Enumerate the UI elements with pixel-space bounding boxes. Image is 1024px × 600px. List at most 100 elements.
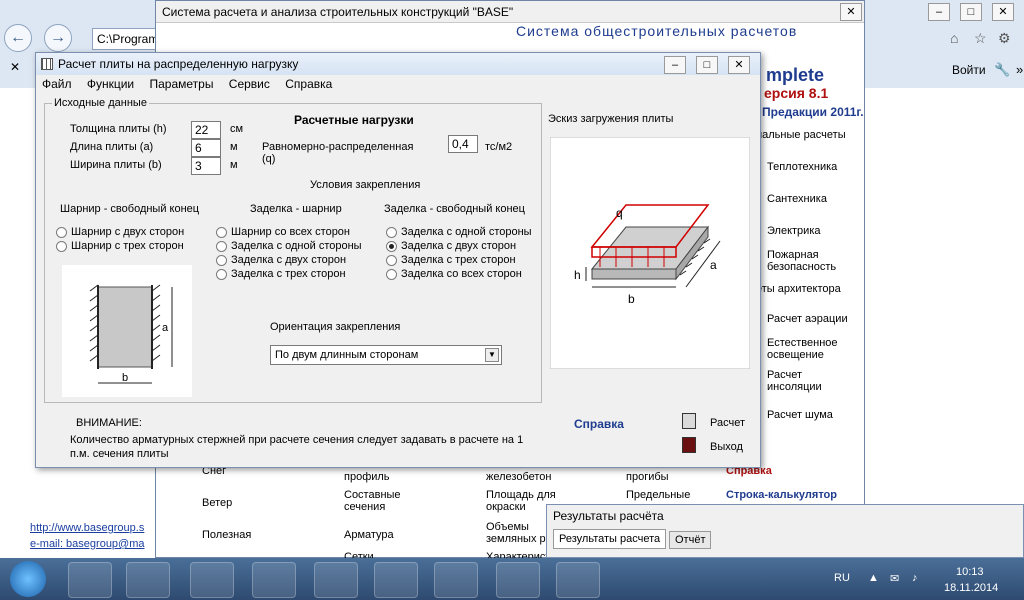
- outer-minimize-button[interactable]: –: [928, 3, 950, 21]
- radio-hinge-two[interactable]: Шарнир с двух сторон: [56, 225, 184, 239]
- width-input[interactable]: 3: [191, 157, 221, 175]
- plate-app-icon[interactable]: [496, 562, 540, 598]
- menu-functions[interactable]: Функции: [87, 77, 134, 91]
- winrar-icon[interactable]: [252, 562, 296, 598]
- load-sketch: b a h q: [550, 137, 750, 369]
- sidebar-item-noise[interactable]: Расчет шума: [767, 409, 833, 421]
- address-bar[interactable]: C:\Program: [92, 28, 160, 50]
- dropdown-arrow-icon[interactable]: ▼: [485, 348, 499, 362]
- website-link[interactable]: http://www.basegroup.s: [30, 522, 144, 534]
- ie-icon[interactable]: [556, 562, 600, 598]
- menu-item-deflection[interactable]: прогибы: [626, 471, 669, 483]
- menu-item-calculator[interactable]: Строка-калькулятор: [726, 489, 837, 501]
- calc-button[interactable]: Расчет: [710, 417, 745, 429]
- length-input[interactable]: 6: [191, 139, 221, 157]
- forward-arrow-icon[interactable]: →: [44, 24, 72, 52]
- sidebar-item-plumbing[interactable]: Сантехника: [767, 193, 827, 205]
- load-input[interactable]: 0,4: [448, 135, 478, 153]
- sidebar-item-insolation[interactable]: Расчет инсоляции: [767, 369, 857, 393]
- radio-fix-two-free[interactable]: Заделка с двух сторон: [386, 239, 516, 253]
- menu-item-rebar[interactable]: Арматура: [344, 529, 394, 541]
- sidebar-item-aeration[interactable]: Расчет аэрации: [767, 313, 848, 325]
- dim-b-plan: b: [122, 372, 128, 384]
- dialog-minimize-button[interactable]: –: [664, 56, 686, 74]
- start-button[interactable]: [10, 561, 46, 597]
- menu-item-composite[interactable]: Составные сечения: [344, 489, 424, 513]
- outer-maximize-button[interactable]: □: [960, 3, 982, 21]
- volume-icon[interactable]: ♪: [912, 572, 918, 584]
- login-link[interactable]: Войти: [952, 63, 986, 77]
- exit-button[interactable]: Выход: [710, 441, 743, 453]
- wrench-icon[interactable]: 🔧: [994, 62, 1010, 78]
- radio-fix-all-free[interactable]: Заделка со всех сторон: [386, 267, 522, 281]
- radio-fix-three-free[interactable]: Заделка с трех сторон: [386, 253, 516, 267]
- radio-fix-two-hinge[interactable]: Заделка с двух сторон: [216, 253, 346, 267]
- radio-hinge-all[interactable]: Шарнир со всех сторон: [216, 225, 350, 239]
- close-tab-icon[interactable]: ✕: [10, 60, 20, 74]
- col1-title: Шарнир - свободный конец: [60, 203, 200, 215]
- orientation-select[interactable]: По двум длинным сторонам ▼: [270, 345, 502, 365]
- base-close-button[interactable]: ✕: [840, 3, 862, 21]
- dim-a-plan: a: [162, 322, 169, 334]
- menu-item-concrete[interactable]: железобетон: [486, 471, 551, 483]
- menu-item-limits[interactable]: Предельные: [626, 489, 690, 501]
- explorer-icon[interactable]: [68, 562, 112, 598]
- menu-item-useful[interactable]: Полезная: [202, 529, 251, 541]
- menu-item-wind[interactable]: Ветер: [202, 497, 232, 509]
- sidebar-item-electric[interactable]: Электрика: [767, 225, 821, 237]
- radio-hinge-three[interactable]: Шарнир с трех сторон: [56, 239, 184, 253]
- warning-text: Количество арматурных стержней при расче…: [70, 434, 524, 460]
- tab-report[interactable]: Отчёт: [669, 531, 712, 549]
- base-version: ерсия 8.1: [764, 85, 829, 101]
- home-icon[interactable]: ⌂: [950, 30, 958, 46]
- base-brand: mplete: [766, 65, 825, 85]
- radio-fix-one-free[interactable]: Заделка с одной стороны: [386, 225, 532, 239]
- dialog-maximize-button[interactable]: □: [696, 56, 718, 74]
- sidebar-item-fire[interactable]: Пожарная безопасность: [767, 249, 857, 273]
- width-label: Ширина плиты (b): [70, 159, 162, 171]
- menu-parameters[interactable]: Параметры: [149, 77, 213, 91]
- language-indicator[interactable]: RU: [834, 572, 850, 584]
- menu-item-profile[interactable]: профиль: [344, 471, 390, 483]
- email-link[interactable]: e-mail: basegroup@ma: [30, 538, 145, 550]
- menu-arrow-icon[interactable]: »: [1016, 62, 1023, 77]
- radio-fix-one-hinge[interactable]: Заделка с одной стороны: [216, 239, 362, 253]
- settings-gear-icon[interactable]: ⚙: [998, 30, 1011, 47]
- browser-page-right: [862, 88, 1024, 558]
- radio-fix-three-hinge[interactable]: Заделка с трех сторон: [216, 267, 346, 281]
- sidebar-section-architect: еты архитектора: [756, 283, 841, 295]
- network-icon[interactable]: ✉: [890, 572, 899, 585]
- dim-q-sketch: q: [616, 206, 623, 220]
- outer-close-button[interactable]: ✕: [992, 3, 1014, 21]
- menu-service[interactable]: Сервис: [229, 77, 270, 91]
- tab-results[interactable]: Результаты расчета: [553, 529, 667, 549]
- length-unit: м: [230, 141, 238, 153]
- calculator-icon[interactable]: [682, 413, 696, 429]
- favorites-icon[interactable]: ☆: [974, 30, 987, 47]
- thickness-label: Толщина плиты (h): [70, 123, 167, 135]
- sidebar-item-lighting[interactable]: Естественное освещение: [767, 337, 857, 361]
- media-player-icon[interactable]: [126, 562, 170, 598]
- clock-time[interactable]: 10:13: [956, 566, 984, 578]
- menu-help[interactable]: Справка: [285, 77, 332, 91]
- dialog-close-button[interactable]: ✕: [728, 56, 750, 74]
- thickness-input[interactable]: 22: [191, 121, 221, 139]
- back-arrow-icon[interactable]: ←: [4, 24, 32, 52]
- load-unit: тс/м2: [485, 141, 513, 153]
- exit-door-icon[interactable]: [682, 437, 696, 453]
- dialog-title-bar: Расчет плиты на распределенную нагрузку: [36, 53, 760, 75]
- tray-arrow-icon[interactable]: ▲: [868, 572, 879, 584]
- base-subtitle: Система общестроительных расчетов: [516, 23, 798, 39]
- chrome-icon[interactable]: [190, 562, 234, 598]
- base-app-icon[interactable]: [434, 562, 478, 598]
- help-link[interactable]: Справка: [574, 417, 624, 431]
- sidebar-item-heat[interactable]: Теплотехника: [767, 161, 837, 173]
- menu-file[interactable]: Файл: [42, 77, 72, 91]
- clock-date[interactable]: 18.11.2014: [944, 582, 998, 594]
- dim-a-sketch: a: [710, 258, 717, 272]
- skype-icon[interactable]: [314, 562, 358, 598]
- plan-sketch: a b: [62, 265, 192, 397]
- dim-b-sketch: b: [628, 292, 635, 306]
- word-icon[interactable]: [374, 562, 418, 598]
- results-title: Результаты расчёта: [553, 509, 664, 523]
